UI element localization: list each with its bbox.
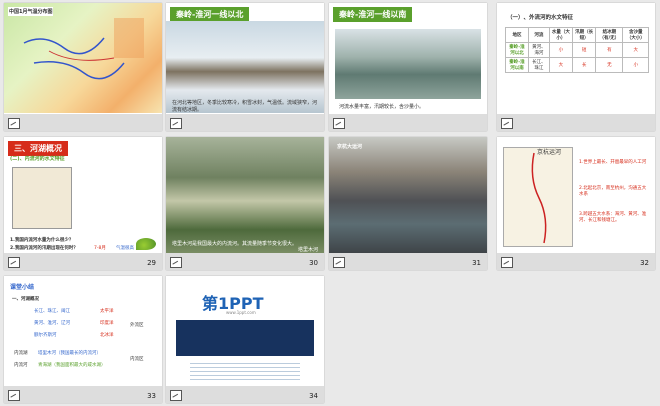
slide-thumbnail-10[interactable]: 第1PPT www.1ppt.com 34 xyxy=(166,276,324,403)
footer-links xyxy=(190,360,300,380)
grand-canal-map xyxy=(503,147,573,247)
picture-icon xyxy=(501,257,513,268)
map-title: 中国1月气温分布图 xyxy=(8,7,54,16)
slide-subtitle: (二)、内流河的水文特征 xyxy=(10,156,65,162)
picture-icon xyxy=(8,118,20,129)
rivers-1: 长江、珠江、闽江 xyxy=(34,309,70,314)
china-map-image xyxy=(4,3,162,113)
slide-number: 33 xyxy=(147,392,156,400)
slide-title: 京杭运河 xyxy=(537,149,562,156)
slide-number: 32 xyxy=(640,259,649,267)
external-area-label: 外流区 xyxy=(130,323,144,328)
picture-icon xyxy=(8,390,20,401)
logo-url: www.1ppt.com xyxy=(226,310,256,315)
slide-caption: 在河北等地区，冬季比较寒冷，积雪冰封，气温低。流域狭窄，河流有结冰期。 xyxy=(172,100,318,113)
picture-icon xyxy=(501,118,513,129)
inner-river-name: 青海湖（我国面积最大的咸水湖） xyxy=(38,363,106,368)
slide-number: 31 xyxy=(472,259,481,267)
info-panel xyxy=(176,320,314,356)
picture-icon xyxy=(170,118,182,129)
slide-number: 29 xyxy=(147,259,156,267)
picture-icon xyxy=(333,118,345,129)
slide-number: 34 xyxy=(309,392,318,400)
slide-title: 秦岭-淮河一线以南 xyxy=(333,7,413,22)
slide-number: 30 xyxy=(309,259,318,267)
slide-thumbnail-9[interactable]: 课堂小结 一、河湖概况 长江、珠江、闽江 黄河、淮河、辽河 额尔齐斯河 太平洋 … xyxy=(4,276,162,403)
ocean-2: 印度洋 xyxy=(100,321,114,326)
q2-text: 2.我国内流河的汛期出现在何时？ xyxy=(10,246,78,251)
inner-river-label: 内流河 xyxy=(14,363,28,368)
rivers-2: 黄河、淮河、辽河 xyxy=(34,321,70,326)
picture-icon xyxy=(8,257,20,268)
slide-title: 三、河湖概况 xyxy=(8,141,68,156)
ocean-1: 太平洋 xyxy=(100,309,114,314)
rivers-3: 额尔齐斯河 xyxy=(34,333,57,338)
internal-area-label: 内流区 xyxy=(130,357,144,362)
region-map-image xyxy=(12,167,72,229)
picture-icon xyxy=(170,257,182,268)
point-1: 1.世界上最长、开凿最早的人工河 xyxy=(579,160,647,165)
inner-lake-label: 内流湖 xyxy=(14,351,28,356)
note-badge: 气温很高 xyxy=(116,246,134,251)
slide-thumbnail-6[interactable]: 塔里木河是我国最大的内流河。其流量随季节变化很大。 塔里木河 30 xyxy=(166,137,324,270)
hydrology-table: 地区 河流 水量（大小） 汛期（长短） 结冰期（有/无） 含沙量（大小） 秦岭-淮河以… xyxy=(505,27,649,73)
slide-thumbnail-5[interactable]: 三、河湖概况 (二)、内流河的水文特征 1.我国内流河水量为什么很少？ 2.我国… xyxy=(4,137,162,270)
answer-2: 7-8月 xyxy=(94,246,106,251)
canal-image xyxy=(329,137,487,253)
inner-lake-name: 塔里木河（我国最长的内流河） xyxy=(38,351,101,356)
slide-title: 课堂小结 xyxy=(10,284,35,291)
slide-caption: 塔里木河是我国最大的内流河。其流量随季节变化很大。 xyxy=(172,241,298,247)
slide-thumbnail-4[interactable]: （一）、外流河的水文特征 地区 河流 水量（大小） 汛期（长短） 结冰期（有/无）含… xyxy=(497,3,655,131)
slide-caption: 河流水量丰富，汛期较长，含沙量小。 xyxy=(339,104,425,110)
image-label: 京杭大运河 xyxy=(337,144,363,150)
leaf-decoration xyxy=(136,238,156,250)
map-rivers xyxy=(23,18,144,80)
picture-icon xyxy=(170,390,182,401)
slide-title: （一）、外流河的水文特征 xyxy=(507,15,574,21)
slide-thumbnail-8[interactable]: 京杭运河 1.世界上最长、开凿最早的人工河 2.北起北京，南至杭州，沟通五大水系… xyxy=(497,137,655,270)
canal-route xyxy=(531,152,547,244)
table-row: 秦岭-淮河以南 长江、珠江 大长 无小 xyxy=(505,57,649,73)
slide-title: 秦岭-淮河一线以北 xyxy=(170,7,250,22)
slide-thumbnail-7[interactable]: 京杭大运河 31 xyxy=(329,137,487,270)
image-label: 塔里木河 xyxy=(297,247,318,253)
section-heading: 一、河湖概况 xyxy=(12,297,39,302)
table-row: 秦岭-淮河以北 黄河、海河 小短 有大 xyxy=(505,42,649,58)
slide-thumbnail-3[interactable]: 秦岭-淮河一线以南 河流水量丰富，汛期较长，含沙量小。 xyxy=(329,3,487,131)
tarim-river-image xyxy=(166,137,324,253)
q1-text: 1.我国内流河水量为什么很少？ xyxy=(10,238,74,243)
point-2: 2.北起北京，南至杭州，沟通五大水系 xyxy=(579,186,647,197)
ocean-3: 北冰洋 xyxy=(100,333,114,338)
slide-thumbnail-1[interactable]: 中国1月气温分布图 xyxy=(4,3,162,131)
slide-thumbnail-2[interactable]: 秦岭-淮河一线以北 在河北等地区，冬季比较寒冷，积雪冰封，气温低。流域狭窄，河流… xyxy=(166,3,324,131)
picture-icon xyxy=(333,257,345,268)
water-town-image xyxy=(335,29,481,99)
point-3: 3.跨越五大水系：海河、黄河、淮河、长江和钱塘江。 xyxy=(579,212,647,223)
